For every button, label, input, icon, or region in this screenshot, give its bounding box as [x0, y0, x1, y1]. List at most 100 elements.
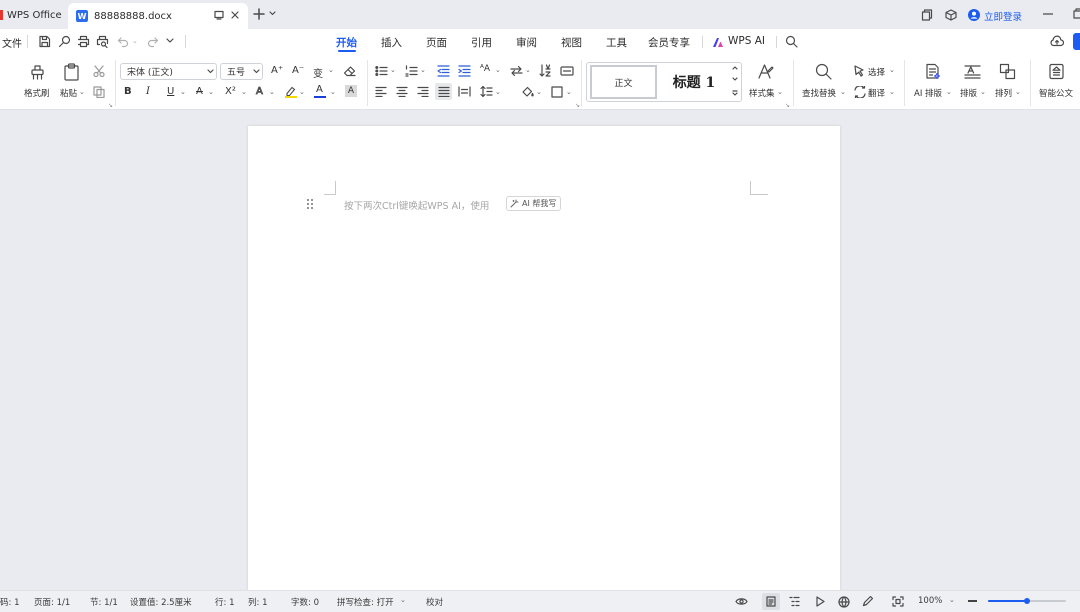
- spell-check-dropdown-chevron-icon[interactable]: ⌄: [400, 596, 406, 604]
- menu-tools[interactable]: 工具: [606, 35, 627, 50]
- web-layout-icon[interactable]: [838, 596, 850, 608]
- increase-indent-icon[interactable]: [458, 65, 471, 77]
- quick-print-setting-icon[interactable]: [58, 35, 71, 48]
- ai-layout-label[interactable]: AI 排版: [914, 87, 942, 99]
- copy-icon[interactable]: [93, 86, 105, 98]
- style-heading-1[interactable]: 标题 1: [661, 65, 727, 99]
- pinyin-guide-button[interactable]: 变: [313, 65, 323, 80]
- style-normal[interactable]: 正文: [590, 65, 657, 99]
- arrange-label[interactable]: 排列: [995, 87, 1012, 99]
- undo-icon[interactable]: [117, 35, 130, 48]
- status-page[interactable]: 页面: 1/1: [34, 596, 70, 608]
- translate-icon[interactable]: [854, 86, 866, 98]
- minimize-icon[interactable]: [1043, 13, 1053, 15]
- menu-file[interactable]: 文件: [2, 35, 22, 50]
- print-icon[interactable]: [77, 35, 90, 48]
- share-button[interactable]: [1073, 33, 1080, 50]
- styles-scroll-down-icon[interactable]: [732, 77, 738, 81]
- paragraph-launcher-icon[interactable]: ↘: [575, 102, 580, 109]
- align-center-icon[interactable]: [396, 86, 408, 97]
- arrange-dropdown-chevron-icon[interactable]: ⌄: [1015, 88, 1021, 96]
- drag-handle-icon[interactable]: [306, 198, 314, 210]
- underline-button[interactable]: U: [167, 86, 174, 97]
- styles-launcher-icon[interactable]: ↘: [785, 102, 790, 109]
- layout-label[interactable]: 排版: [960, 87, 977, 99]
- find-replace-label[interactable]: 查找替换: [802, 87, 836, 99]
- text-effect-button[interactable]: A: [256, 86, 264, 98]
- superscript-button[interactable]: X²: [225, 86, 236, 97]
- style-set-label[interactable]: 样式集: [749, 87, 775, 99]
- zoom-slider[interactable]: [988, 598, 1066, 604]
- line-spacing-dropdown-chevron-icon[interactable]: ⌄: [495, 88, 501, 96]
- eye-protection-icon[interactable]: [735, 596, 748, 607]
- text-direction-icon[interactable]: [510, 65, 523, 77]
- tab-wps-office[interactable]: WPS Office: [0, 3, 62, 27]
- smart-doc-icon[interactable]: [1048, 63, 1065, 80]
- restore-tab-icon[interactable]: [214, 10, 224, 20]
- strike-dropdown-chevron-icon[interactable]: ⌄: [208, 88, 214, 96]
- select-cursor-icon[interactable]: [854, 65, 865, 77]
- font-name-select[interactable]: 宋体 (正文): [120, 63, 217, 80]
- shrink-font-button[interactable]: A⁻: [292, 65, 304, 76]
- text-effect-dropdown-chevron-icon[interactable]: ⌄: [269, 88, 275, 96]
- style-set-icon[interactable]: [757, 63, 774, 80]
- menu-references[interactable]: 引用: [471, 35, 492, 50]
- align-right-icon[interactable]: [417, 86, 429, 97]
- char-shading-button[interactable]: A: [345, 85, 357, 97]
- layout-dropdown-chevron-icon[interactable]: ⌄: [980, 88, 986, 96]
- pen-annotate-icon[interactable]: [862, 596, 873, 607]
- status-proofread[interactable]: 校对: [426, 596, 443, 608]
- char-case-icon[interactable]: ᴬA: [480, 64, 490, 74]
- clear-format-icon[interactable]: [343, 65, 356, 77]
- zoom-dropdown-chevron-icon[interactable]: ⌄: [949, 596, 955, 604]
- menu-home[interactable]: 开始: [336, 35, 357, 50]
- styles-scroll-up-icon[interactable]: [732, 66, 738, 70]
- distributed-align-icon[interactable]: [458, 86, 471, 97]
- cut-icon[interactable]: [93, 65, 105, 77]
- italic-button[interactable]: I: [146, 86, 150, 97]
- user-avatar-icon[interactable]: [968, 9, 980, 21]
- show-hide-marks-icon[interactable]: [560, 65, 574, 77]
- zoom-slider-thumb[interactable]: [1024, 598, 1030, 604]
- menu-wps-ai[interactable]: WPS AI: [728, 35, 765, 47]
- clipboard-launcher-icon[interactable]: ↘: [108, 102, 113, 109]
- highlight-icon[interactable]: [284, 85, 297, 98]
- highlight-dropdown-chevron-icon[interactable]: ⌄: [299, 88, 305, 96]
- smart-doc-label[interactable]: 智能公文: [1039, 87, 1073, 99]
- menu-member[interactable]: 会员专享: [648, 35, 690, 50]
- customize-quickbar-chevron-icon[interactable]: [166, 38, 174, 43]
- font-color-button[interactable]: A: [316, 84, 323, 95]
- format-painter-icon[interactable]: [29, 64, 46, 81]
- menu-review[interactable]: 审阅: [516, 35, 537, 50]
- font-size-select[interactable]: 五号: [220, 63, 263, 80]
- translate-dropdown-chevron-icon[interactable]: ⌄: [889, 88, 895, 96]
- find-replace-icon[interactable]: [815, 63, 832, 80]
- save-icon[interactable]: [38, 35, 51, 48]
- maximize-icon[interactable]: [1072, 8, 1080, 19]
- paste-dropdown-chevron-icon[interactable]: ⌄: [79, 88, 85, 96]
- tab-document[interactable]: W 88888888.docx: [68, 3, 248, 29]
- superscript-dropdown-chevron-icon[interactable]: ⌄: [241, 88, 247, 96]
- close-tab-icon[interactable]: [230, 10, 240, 20]
- text-direction-dropdown-chevron-icon[interactable]: ⌄: [525, 66, 531, 74]
- status-column[interactable]: 列: 1: [248, 596, 267, 608]
- undo-dropdown-chevron-icon[interactable]: ⌄: [132, 37, 138, 45]
- status-page-number[interactable]: 码: 1: [0, 596, 19, 608]
- menu-insert[interactable]: 插入: [381, 35, 402, 50]
- char-case-dropdown-chevron-icon[interactable]: ⌄: [495, 66, 501, 74]
- sort-icon[interactable]: [539, 64, 552, 77]
- translate-label[interactable]: 翻译: [868, 87, 885, 99]
- style-set-dropdown-chevron-icon[interactable]: ⌄: [777, 88, 783, 96]
- line-spacing-icon[interactable]: [480, 85, 493, 98]
- underline-dropdown-chevron-icon[interactable]: ⌄: [180, 88, 186, 96]
- window-mode-icon[interactable]: [921, 9, 933, 21]
- login-link[interactable]: 立即登录: [984, 9, 1022, 23]
- status-section[interactable]: 节: 1/1: [90, 596, 118, 608]
- status-word-count[interactable]: 字数: 0: [291, 596, 319, 608]
- bold-button[interactable]: B: [124, 86, 132, 97]
- search-icon[interactable]: [785, 35, 798, 48]
- grow-font-button[interactable]: A⁺: [271, 65, 283, 76]
- cloud-sync-icon[interactable]: [1050, 35, 1064, 47]
- ai-layout-icon[interactable]: [924, 63, 941, 80]
- new-tab-icon[interactable]: [253, 8, 265, 20]
